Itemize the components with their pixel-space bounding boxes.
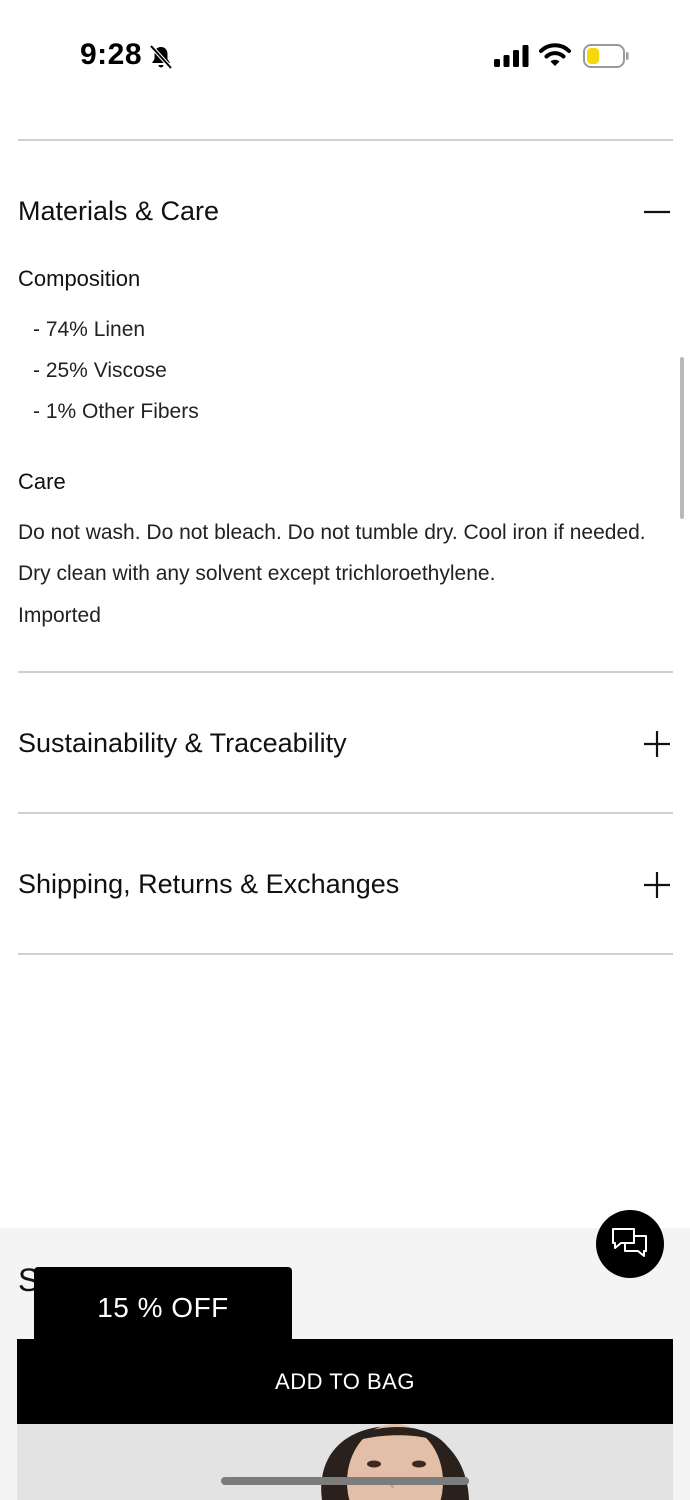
sustainability-accordion-header[interactable]: Sustainability & Traceability: [18, 714, 673, 774]
composition-item: - 1% Other Fibers: [33, 400, 199, 423]
model-photo: [321, 1424, 469, 1500]
composition-heading: Composition: [18, 266, 141, 291]
add-to-bag-button[interactable]: ADD TO BAG: [17, 1339, 673, 1424]
product-image[interactable]: [17, 1424, 673, 1500]
home-indicator: [221, 1477, 469, 1485]
composition-item: - 25% Viscose: [33, 359, 167, 382]
care-instructions: Do not wash. Do not bleach. Do not tumbl…: [18, 521, 646, 585]
minus-icon[interactable]: [643, 198, 671, 226]
divider: [18, 953, 673, 955]
chat-bubbles-icon: [612, 1228, 647, 1257]
accordion-title: Sustainability & Traceability: [18, 728, 347, 758]
accordion-title: Materials & Care: [18, 196, 220, 226]
accordion-title: Shipping, Returns & Exchanges: [18, 869, 400, 899]
cellular-signal-icon: [494, 45, 529, 67]
origin-text: Imported: [18, 604, 101, 627]
composition-item: - 74% Linen: [33, 318, 146, 341]
wifi-icon: [539, 43, 571, 66]
chat-button[interactable]: [596, 1210, 664, 1278]
shipping-accordion-header[interactable]: Shipping, Returns & Exchanges: [18, 855, 673, 915]
bell-slash-icon: [149, 44, 173, 70]
status-time: 9:28: [80, 38, 143, 71]
plus-icon[interactable]: [643, 730, 671, 758]
divider: [18, 812, 673, 814]
scroll-indicator[interactable]: [680, 357, 684, 519]
plus-icon[interactable]: [643, 871, 671, 899]
care-heading: Care: [18, 469, 66, 494]
materials-care-accordion-header[interactable]: Materials & Care: [18, 182, 673, 242]
divider: [18, 139, 673, 141]
product-details-page: 9:28 Materials & Care Composition - 74% …: [0, 0, 690, 1500]
divider: [18, 671, 673, 673]
discount-badge[interactable]: 15 % OFF: [34, 1267, 292, 1347]
battery-icon: [583, 44, 629, 68]
discount-label: 15 % OFF: [97, 1292, 229, 1323]
status-bar: 9:28: [0, 0, 690, 110]
